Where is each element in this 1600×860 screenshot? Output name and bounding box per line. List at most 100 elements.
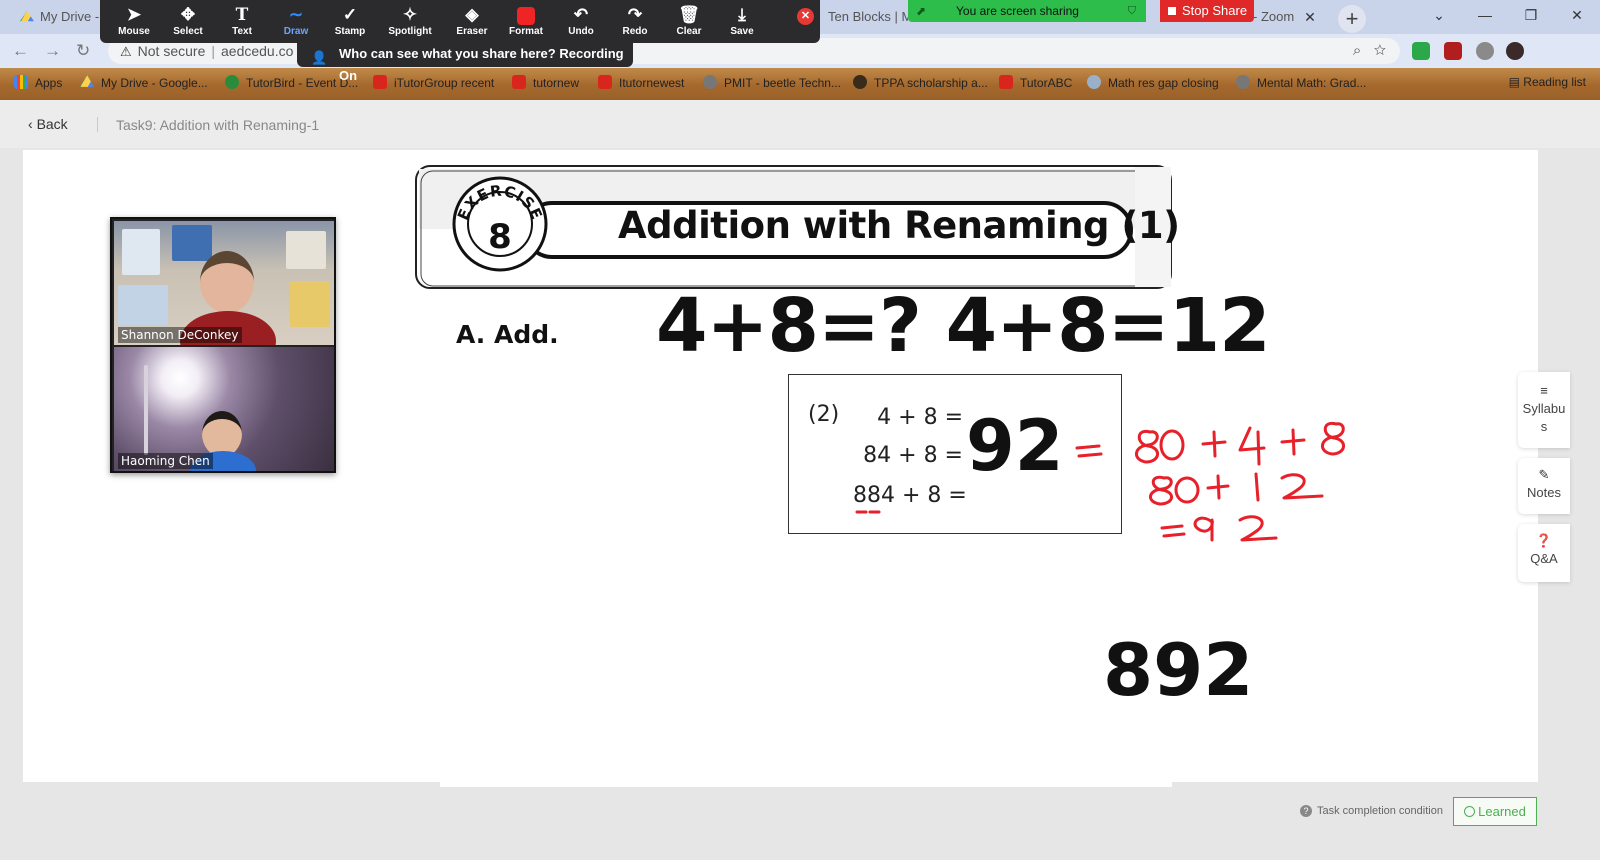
undo-icon: ↶ bbox=[573, 5, 589, 24]
tool-label: Spotlight bbox=[388, 26, 432, 37]
extension-green-icon[interactable] bbox=[1412, 42, 1430, 60]
typed-answer-annotation-2: 892 bbox=[1103, 628, 1254, 712]
tool-eraser[interactable]: ◈ Eraser bbox=[444, 4, 500, 37]
bookmark-itutornewest[interactable]: Itutornewest bbox=[598, 75, 684, 90]
restore-icon[interactable]: ❐ bbox=[1508, 0, 1554, 30]
back-button[interactable]: ‹ Back bbox=[28, 116, 68, 132]
wall-poster bbox=[286, 231, 326, 269]
window-controls: ⌄ — ❐ ✕ bbox=[1416, 0, 1600, 30]
bookmark-label: My Drive - Google... bbox=[101, 76, 208, 90]
question-icon: ? bbox=[1300, 805, 1312, 817]
question-icon: ❓ bbox=[1535, 533, 1553, 548]
tool-label: Redo bbox=[622, 26, 648, 37]
tool-draw[interactable]: ∼ Draw bbox=[268, 4, 324, 37]
close-annotation-icon[interactable]: ✕ bbox=[797, 8, 814, 25]
close-window-icon[interactable]: ✕ bbox=[1554, 0, 1600, 30]
itutor-icon bbox=[373, 75, 387, 89]
tool-mouse[interactable]: ➤ Mouse bbox=[106, 4, 162, 37]
bookmark-apps[interactable]: Apps bbox=[14, 75, 62, 90]
reading-list-button[interactable]: ▤ Reading list bbox=[1509, 75, 1586, 89]
tool-redo[interactable]: ↷ Redo bbox=[607, 4, 663, 37]
circle-icon bbox=[1464, 806, 1476, 817]
recording-banner[interactable]: 👤 Who can see what you share here? Recor… bbox=[297, 43, 633, 83]
exercise-number: 8 bbox=[488, 217, 512, 257]
tutorbird-icon bbox=[225, 75, 239, 89]
screen-sharing-indicator[interactable]: ⬈ You are screen sharing ⛉ bbox=[908, 0, 1146, 22]
pmit-icon bbox=[703, 75, 717, 89]
apps-grid-icon bbox=[14, 75, 28, 89]
stop-share-label: Stop Share bbox=[1182, 3, 1248, 18]
puzzle-extensions-icon[interactable] bbox=[1476, 42, 1494, 60]
reload-icon[interactable]: ↻ bbox=[76, 41, 90, 61]
stop-share-button[interactable]: Stop Share bbox=[1160, 0, 1254, 22]
page-header: ‹ Back Task9: Addition with Renaming-1 bbox=[0, 100, 1600, 148]
syllabus-button[interactable]: ≡ Syllabus bbox=[1518, 372, 1570, 448]
stop-icon bbox=[1168, 7, 1176, 15]
back-arrow-icon[interactable]: ← bbox=[12, 41, 29, 61]
tool-clear[interactable]: 🗑 Clear bbox=[661, 4, 717, 37]
bookmark-math-res[interactable]: Math res gap closing bbox=[1087, 75, 1219, 90]
spotlight-icon: ✧ bbox=[402, 5, 418, 24]
bookmark-label: TPPA scholarship a... bbox=[874, 76, 988, 90]
minimize-icon[interactable]: — bbox=[1462, 0, 1508, 30]
tool-save[interactable]: ⤓ Save bbox=[714, 4, 770, 37]
itutor-icon bbox=[598, 75, 612, 89]
bookmark-mental-math[interactable]: Mental Math: Grad... bbox=[1236, 75, 1366, 90]
zoom-video-panel[interactable]: Shannon DeConkey Haoming Chen bbox=[110, 217, 336, 473]
tool-stamp[interactable]: ✓ Stamp bbox=[322, 4, 378, 37]
bookmark-my-drive[interactable]: My Drive - Google... bbox=[80, 75, 208, 90]
new-tab-button[interactable]: + bbox=[1338, 5, 1366, 33]
bookmark-tutornew[interactable]: tutornew bbox=[512, 75, 579, 90]
itutor-icon bbox=[512, 75, 526, 89]
bookmark-star-icon[interactable]: ☆ bbox=[1374, 42, 1386, 59]
close-icon[interactable]: ✕ bbox=[1304, 4, 1316, 30]
participant-face bbox=[200, 251, 254, 313]
save-icon: ⤓ bbox=[738, 5, 746, 24]
tool-label: Eraser bbox=[456, 26, 488, 37]
learned-button[interactable]: Learned bbox=[1453, 797, 1537, 826]
bookmark-tppa[interactable]: TPPA scholarship a... bbox=[853, 75, 988, 90]
text-icon: T bbox=[235, 5, 249, 25]
header-divider bbox=[97, 117, 98, 132]
tab-ten-blocks[interactable]: Ten Blocks | Ma bbox=[820, 4, 912, 34]
tool-format[interactable]: Format bbox=[498, 4, 554, 37]
video-tile-shannon[interactable]: Shannon DeConkey bbox=[114, 221, 334, 345]
tool-undo[interactable]: ↶ Undo bbox=[553, 4, 609, 37]
tool-label: Format bbox=[509, 26, 543, 37]
forward-arrow-icon[interactable]: → bbox=[44, 41, 61, 61]
worksheet-title: Addition with Renaming (1) bbox=[618, 204, 1180, 247]
zoom-lens-icon[interactable]: ⌕ bbox=[1353, 42, 1361, 59]
chevron-down-icon[interactable]: ⌄ bbox=[1416, 0, 1462, 30]
tool-label: Text bbox=[232, 26, 252, 37]
bookmark-pmit[interactable]: PMIT - beetle Techn... bbox=[703, 75, 841, 90]
ublock-icon[interactable] bbox=[1444, 42, 1462, 60]
globe-icon bbox=[1087, 75, 1101, 89]
itutor-icon bbox=[999, 75, 1013, 89]
tool-label: Clear bbox=[676, 26, 702, 37]
bookmark-label: Mental Math: Grad... bbox=[1257, 76, 1367, 90]
stamp-icon: ✓ bbox=[342, 5, 358, 24]
redo-icon: ↷ bbox=[627, 5, 643, 24]
bookmark-label: Math res gap closing bbox=[1108, 76, 1219, 90]
profile-avatar[interactable] bbox=[1506, 42, 1524, 60]
pmit-icon bbox=[1236, 75, 1250, 89]
typed-answer-annotation: 92 bbox=[966, 405, 1064, 487]
trash-icon: 🗑 bbox=[678, 5, 700, 24]
video-tile-haoming[interactable]: Haoming Chen bbox=[114, 347, 334, 471]
tool-select[interactable]: ✥ Select bbox=[160, 4, 216, 37]
tab-zoom[interactable]: - Zoom ✕ bbox=[1245, 4, 1330, 34]
problem-line: 4 + 8 = bbox=[877, 405, 963, 430]
tool-spotlight[interactable]: ✧ Spotlight bbox=[382, 4, 438, 37]
tab-title: My Drive - bbox=[40, 9, 100, 24]
participant-name: Haoming Chen bbox=[118, 453, 213, 469]
bookmark-tutorabc[interactable]: TutorABC bbox=[999, 75, 1072, 90]
notes-button[interactable]: ✎ Notes bbox=[1518, 458, 1570, 514]
plus-icon: + bbox=[1345, 6, 1359, 31]
tool-text[interactable]: T Text bbox=[214, 4, 270, 37]
task-completion-condition[interactable]: ? Task completion condition bbox=[1300, 805, 1443, 817]
draw-icon: ∼ bbox=[288, 5, 304, 24]
learned-label: Learned bbox=[1478, 804, 1526, 819]
qa-button[interactable]: ❓ Q&A bbox=[1518, 524, 1570, 582]
bookmark-itutorgroup[interactable]: iTutorGroup recent bbox=[373, 75, 494, 90]
tool-label: Undo bbox=[568, 26, 594, 37]
